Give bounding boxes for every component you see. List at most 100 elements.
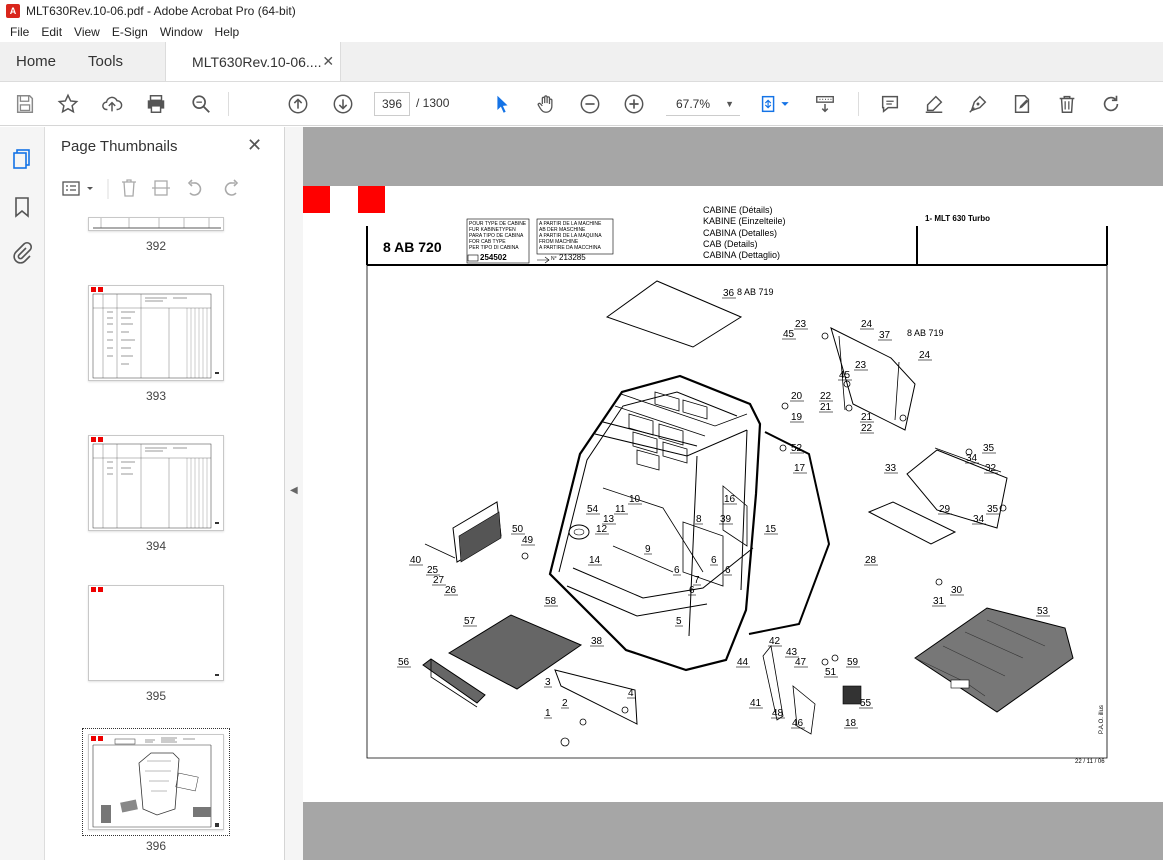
part-callout-44: 44: [737, 657, 749, 668]
part-callout-14: 14: [589, 555, 601, 566]
tab-document[interactable]: MLT630Rev.10-06.... ✕: [165, 42, 342, 81]
machine-from-line: A PARTIRE DA MACCHINA: [539, 245, 601, 251]
previous-page-icon[interactable]: [286, 92, 310, 116]
part-callout-55: 55: [860, 698, 872, 709]
part-callout-17: 17: [794, 463, 806, 474]
tab-close-icon[interactable]: ✕: [322, 53, 334, 70]
part-callout-24: 24: [919, 350, 931, 361]
page-thumbnails-panel: Page Thumbnails ✕ 392 393 394 395 396: [45, 127, 285, 860]
part-callout-24: 24: [861, 319, 873, 330]
part-callout-49: 49: [522, 535, 534, 546]
pdf-page: 36 23 24 45 37 24 23 45 20 22 21 19 21 22 52 35 34 17 33 32…: [303, 186, 1163, 802]
part-callout-21: 21: [820, 402, 832, 413]
part-callout-6: 6: [711, 555, 717, 566]
part-callout-35: 35: [987, 504, 999, 515]
bookmark-star-icon[interactable]: [56, 92, 80, 116]
page-marker: [91, 736, 96, 741]
collapse-panel-icon[interactable]: ◀: [290, 485, 298, 496]
menu-window[interactable]: Window: [154, 25, 209, 39]
part-callout-31: 31: [933, 596, 945, 607]
part-callout-11: 11: [615, 504, 626, 515]
zoom-search-icon[interactable]: [189, 92, 213, 116]
title-line: CAB (Details): [703, 238, 758, 249]
edit-pdf-icon[interactable]: [1010, 92, 1034, 116]
acrobat-logo-icon: A: [6, 4, 20, 18]
page-marker: [98, 287, 103, 292]
thumbnail-page-392[interactable]: [88, 217, 224, 231]
machine-number-prefix: N°: [551, 256, 557, 262]
machine-number: 213285: [559, 253, 586, 262]
comment-icon[interactable]: [878, 92, 902, 116]
next-page-icon[interactable]: [331, 92, 355, 116]
title-line: CABINA (Detalles): [703, 227, 778, 238]
menu-bar: File Edit View E-Sign Window Help: [0, 22, 1163, 42]
page-marker: [91, 437, 96, 442]
print-icon[interactable]: [144, 92, 168, 116]
part-callout-33: 33: [885, 463, 897, 474]
thumbnail-page-393[interactable]: [88, 285, 224, 381]
part-callout-36: 36: [723, 288, 735, 299]
part-callout-40: 40: [410, 555, 422, 566]
select-cursor-icon[interactable]: [490, 92, 514, 116]
part-callout-39: 39: [720, 514, 732, 525]
panel-close-icon[interactable]: ✕: [247, 135, 262, 156]
part-callout-30: 30: [951, 585, 963, 596]
cloud-upload-icon[interactable]: [100, 92, 124, 116]
zoom-level-select[interactable]: 67.7% ▼: [666, 92, 740, 116]
tab-home[interactable]: Home: [0, 42, 72, 81]
menu-help[interactable]: Help: [209, 25, 246, 39]
tab-tools[interactable]: Tools: [72, 42, 139, 81]
thumbnail-options-icon[interactable]: [62, 181, 93, 196]
thumbnail-label: 395: [145, 689, 167, 703]
draw-pen-icon[interactable]: [966, 92, 990, 116]
part-callout-34: 34: [973, 514, 985, 525]
title-line: KABINE (Einzelteile): [703, 216, 786, 227]
highlight-pen-icon[interactable]: [922, 92, 946, 116]
zoom-in-icon[interactable]: [622, 92, 646, 116]
menu-esign[interactable]: E-Sign: [106, 25, 154, 39]
delete-page-icon[interactable]: [122, 179, 136, 197]
fit-page-icon[interactable]: [757, 92, 781, 116]
part-callout-10: 10: [629, 494, 641, 505]
save-icon[interactable]: [13, 92, 37, 116]
page-marker: [98, 437, 103, 442]
part-callout-20: 20: [791, 391, 803, 402]
part-callout-58: 58: [545, 596, 557, 607]
thumbnail-page-396[interactable]: [82, 728, 230, 836]
panel-title: Page Thumbnails: [61, 138, 178, 155]
thumbnail-page-395[interactable]: [88, 585, 224, 681]
part-callout-34: 34: [966, 453, 978, 464]
part-callout-12: 12: [596, 524, 608, 535]
part-callout-51: 51: [825, 667, 837, 678]
document-view[interactable]: 36 23 24 45 37 24 23 45 20 22 21 19 21 22 52 35 34 17 33 32…: [303, 127, 1163, 860]
part-callout-1: 1: [545, 708, 551, 719]
zoom-out-icon[interactable]: [578, 92, 602, 116]
page-number-input[interactable]: 396: [374, 92, 410, 116]
rotate-right-icon[interactable]: [224, 179, 239, 196]
delete-icon[interactable]: [1055, 92, 1079, 116]
part-callout-37: 37: [879, 330, 891, 341]
part-callout-50: 50: [512, 524, 524, 535]
hand-tool-icon[interactable]: [534, 92, 558, 116]
rotate-left-icon[interactable]: [187, 179, 202, 196]
panel-collapse-strip[interactable]: ◀: [285, 127, 303, 860]
parts-diagram: 3623 2445 3724234520 222119 212252 353417 33 32…: [366, 218, 1108, 759]
part-callout-23: 23: [855, 360, 867, 371]
rotate-icon[interactable]: [1099, 92, 1123, 116]
keyboard-scroll-icon[interactable]: [813, 92, 837, 116]
menu-file[interactable]: File: [4, 25, 35, 39]
panel-toolbar: [45, 173, 284, 203]
bookmarks-icon[interactable]: [10, 195, 34, 219]
part-callout-53: 53: [1037, 606, 1049, 617]
part-callout-47: 47: [795, 657, 807, 668]
cabin-type-block: POUR TYPE DE CABINE FUR KABINETYPEN PARA…: [469, 221, 526, 251]
menu-view[interactable]: View: [68, 25, 106, 39]
fit-options-chevron-icon[interactable]: [779, 92, 791, 116]
part-callout-8: 8: [696, 514, 702, 525]
menu-edit[interactable]: Edit: [35, 25, 68, 39]
cabin-type-number: 254502: [480, 253, 507, 262]
attachments-paperclip-icon[interactable]: [10, 241, 34, 265]
extract-pages-icon[interactable]: [152, 180, 170, 196]
thumbnail-page-394[interactable]: [88, 435, 224, 531]
page-thumbnails-icon[interactable]: [10, 147, 34, 171]
